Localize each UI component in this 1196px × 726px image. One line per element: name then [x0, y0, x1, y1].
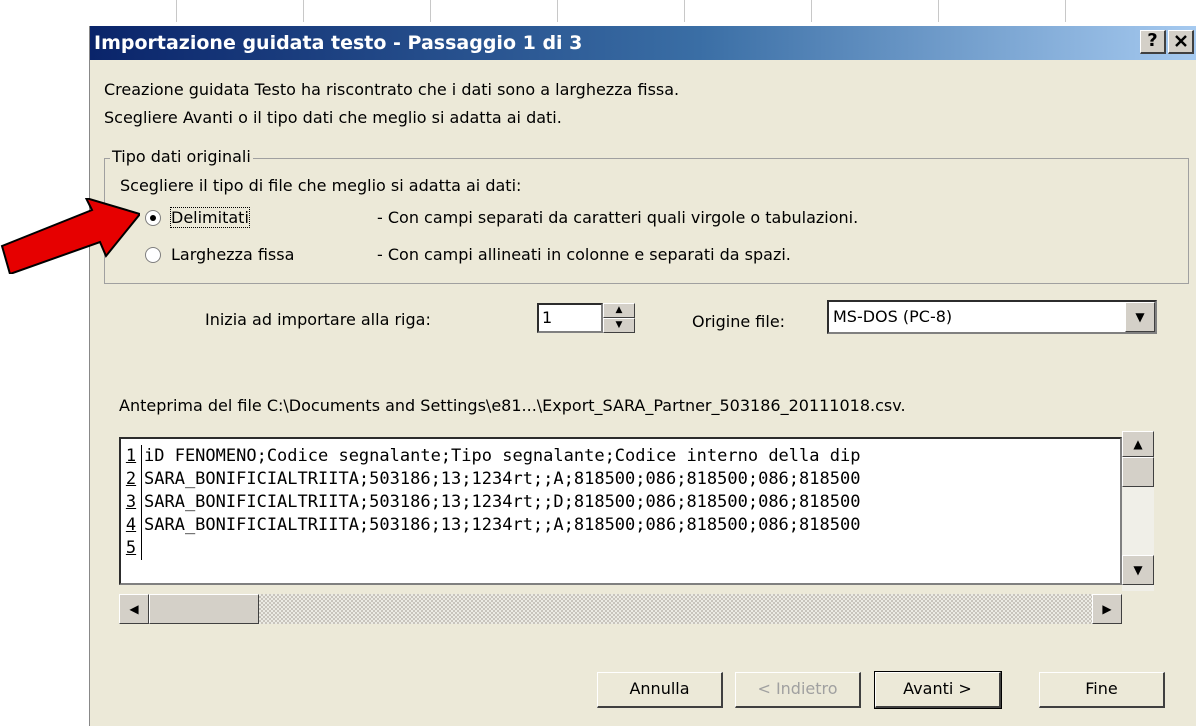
preview-line: 5: [121, 537, 1120, 560]
line-text: SARA_BONIFICIALTRIITA;503186;13;1234rt;;…: [144, 515, 861, 535]
file-type-prompt: Scegliere il tipo di file che meglio si …: [120, 176, 522, 195]
next-button[interactable]: Avanti >: [874, 671, 1002, 709]
file-preview[interactable]: 1 iD FENOMENO;Codice segnalante;Tipo segn…: [119, 437, 1122, 585]
sheet-grid-line: [303, 0, 304, 22]
text-import-wizard-dialog: Importazione guidata testo - Passaggio 1…: [89, 26, 1196, 726]
line-number: 5: [121, 537, 142, 560]
radio-label-delimited[interactable]: Delimitati: [170, 207, 250, 228]
preview-line: 3 SARA_BONIFICIALTRIITA;503186;13;1234rt;…: [121, 491, 1120, 514]
radio-selected-dot: [150, 215, 156, 221]
start-row-label: Inizia ad importare alla riga:: [205, 310, 431, 329]
window-title: Importazione guidata testo - Passaggio 1…: [94, 32, 583, 54]
line-text: iD FENOMENO;Codice segnalante;Tipo segna…: [144, 446, 861, 466]
line-text: SARA_BONIFICIALTRIITA;503186;13;1234rt;;…: [144, 492, 861, 512]
finish-button[interactable]: Fine: [1039, 672, 1165, 708]
sheet-grid-line: [430, 0, 431, 22]
file-origin-select[interactable]: MS-DOS (PC-8) ▼: [827, 300, 1157, 334]
vertical-scrollbar[interactable]: ▲ ▼: [1122, 431, 1154, 591]
chevron-down-icon[interactable]: ▼: [1125, 302, 1155, 332]
red-arrow-icon: [0, 198, 140, 274]
line-number: 3: [121, 491, 142, 514]
radio-delimited[interactable]: [145, 210, 161, 226]
spin-down-button[interactable]: ▼: [603, 318, 635, 333]
line-number: 2: [121, 468, 142, 491]
sheet-grid-line: [176, 0, 177, 22]
radio-label-fixed-width[interactable]: Larghezza fissa: [171, 245, 294, 264]
horizontal-scroll-thumb[interactable]: [149, 594, 259, 624]
preview-line: 1 iD FENOMENO;Codice segnalante;Tipo segn…: [121, 445, 1120, 468]
radio-fixed-width[interactable]: [145, 247, 161, 263]
sheet-grid-line: [557, 0, 558, 22]
spin-up-button[interactable]: ▲: [603, 303, 635, 318]
line-number: 1: [121, 445, 142, 468]
preview-line: 4 SARA_BONIFICIALTRIITA;503186;13;1234rt;…: [121, 514, 1120, 537]
sheet-grid-line: [1065, 0, 1066, 22]
intro-line-1: Creazione guidata Testo ha riscontrato c…: [104, 80, 680, 99]
vertical-scroll-thumb[interactable]: [1122, 457, 1154, 487]
close-icon: [1174, 35, 1187, 47]
intro-line-2: Scegliere Avanti o il tipo dati che megl…: [104, 108, 562, 127]
scroll-left-button[interactable]: ◀: [119, 594, 149, 624]
scroll-up-button[interactable]: ▲: [1122, 431, 1154, 457]
help-button[interactable]: ?: [1140, 30, 1166, 54]
back-button[interactable]: < Indietro: [735, 672, 861, 708]
fixed-width-description: - Con campi allineati in colonne e separ…: [377, 245, 791, 264]
group-legend: Tipo dati originali: [110, 147, 253, 166]
horizontal-scrollbar[interactable]: ◀ ▶: [119, 594, 1122, 624]
file-origin-value: MS-DOS (PC-8): [833, 307, 953, 326]
line-text: SARA_BONIFICIALTRIITA;503186;13;1234rt;;…: [144, 469, 861, 489]
scroll-down-button[interactable]: ▼: [1122, 555, 1154, 585]
start-row-input[interactable]: 1: [537, 303, 603, 333]
sheet-grid-line: [684, 0, 685, 22]
close-button[interactable]: [1168, 30, 1194, 54]
preview-label: Anteprima del file C:\Documents and Sett…: [119, 396, 906, 415]
preview-line: 2 SARA_BONIFICIALTRIITA;503186;13;1234rt;…: [121, 468, 1120, 491]
delimited-description: - Con campi separati da caratteri quali …: [377, 208, 859, 227]
sheet-grid-line: [811, 0, 812, 22]
sheet-grid-line: [938, 0, 939, 22]
line-number: 4: [121, 514, 142, 537]
cancel-button[interactable]: Annulla: [597, 672, 723, 708]
start-row-stepper: ▲ ▼: [603, 303, 635, 333]
title-bar[interactable]: Importazione guidata testo - Passaggio 1…: [90, 26, 1196, 60]
scroll-right-button[interactable]: ▶: [1092, 594, 1122, 624]
file-origin-label: Origine file:: [692, 312, 786, 331]
